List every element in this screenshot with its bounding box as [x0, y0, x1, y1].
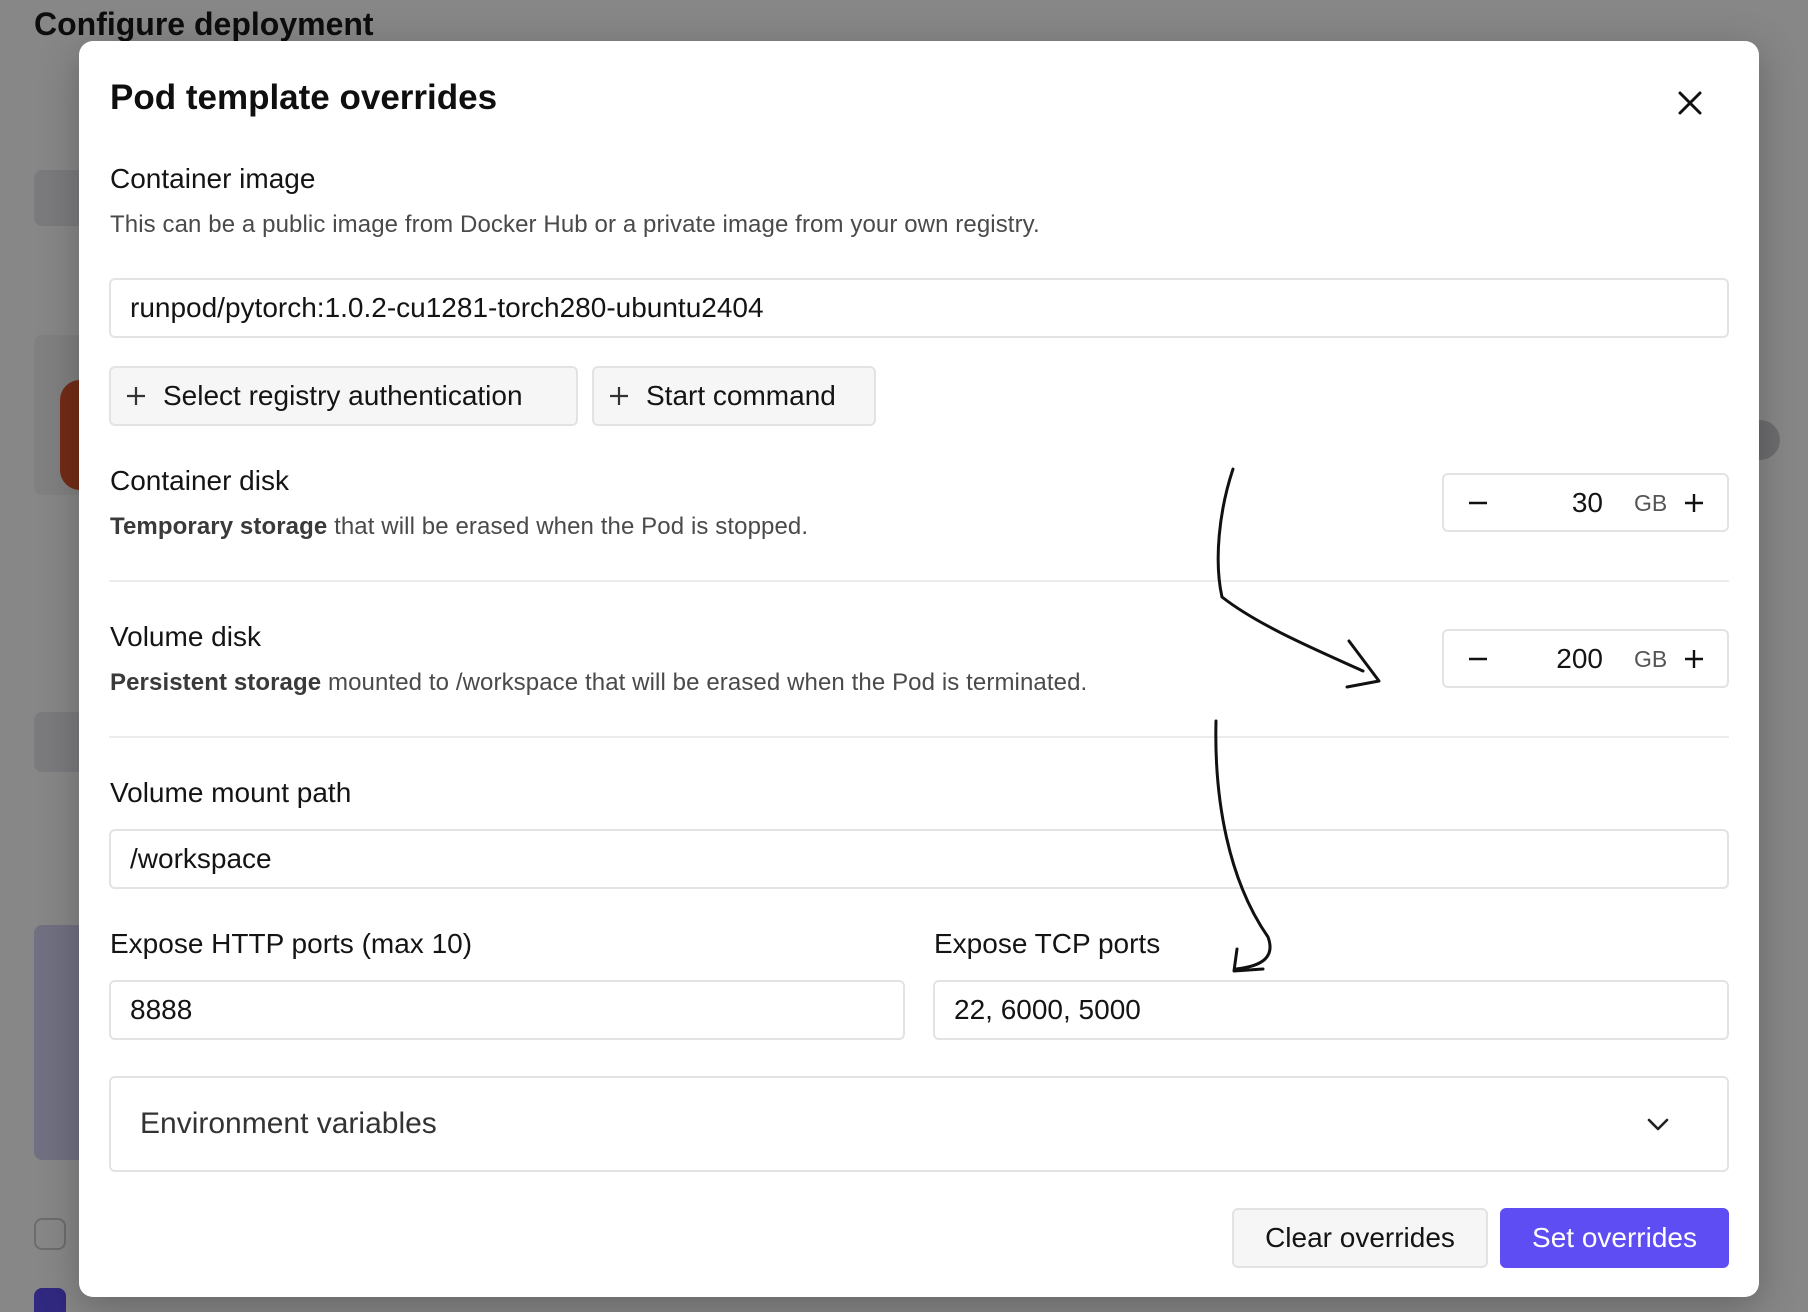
container-disk-unit: GB	[1634, 490, 1668, 516]
container-disk-stepper: 30 GB	[1442, 473, 1729, 532]
volume-disk-label: Volume disk	[110, 621, 261, 652]
container-disk-desc-rest: that will be erased when the Pod is stop…	[327, 513, 809, 540]
volume-disk-desc-rest: mounted to /workspace that will be erase…	[321, 669, 1088, 696]
close-button[interactable]	[1670, 83, 1710, 123]
modal-title: Pod template overrides	[110, 78, 498, 117]
http-ports-input[interactable]: 8888	[109, 980, 905, 1040]
volume-mount-path-label: Volume mount path	[110, 777, 352, 808]
container-disk-desc-bold: Temporary storage	[110, 513, 328, 540]
container-image-description: This can be a public image from Docker H…	[110, 211, 1040, 238]
plus-icon	[610, 387, 628, 405]
container-image-input[interactable]: runpod/pytorch:1.0.2-cu1281-torch280-ubu…	[109, 278, 1729, 338]
container-image-label: Container image	[110, 163, 316, 194]
plus-icon[interactable]	[1680, 489, 1708, 517]
volume-disk-unit: GB	[1634, 646, 1668, 672]
volume-disk-stepper: 200 GB	[1442, 629, 1729, 688]
start-command-label: Start command	[646, 380, 836, 411]
annotation-arrow-1-head	[1345, 639, 1381, 689]
start-command-button[interactable]: Start command	[592, 366, 876, 426]
container-disk-description: Temporary storage that will be erased wh…	[110, 513, 808, 541]
environment-variables-accordion[interactable]: Environment variables	[109, 1076, 1729, 1172]
volume-disk-desc-bold: Persistent storage	[110, 669, 322, 696]
plus-icon	[127, 387, 145, 405]
container-disk-value[interactable]: 30	[1572, 487, 1603, 519]
minus-icon[interactable]	[1464, 645, 1492, 673]
annotation-arrow-2-head	[1232, 947, 1265, 973]
minus-icon[interactable]	[1464, 489, 1492, 517]
chevron-down-icon[interactable]	[1642, 1108, 1674, 1140]
clear-overrides-button[interactable]: Clear overrides	[1232, 1208, 1488, 1268]
divider	[109, 736, 1729, 738]
environment-variables-label: Environment variables	[140, 1107, 437, 1140]
volume-disk-value[interactable]: 200	[1556, 643, 1603, 675]
select-registry-auth-label: Select registry authentication	[163, 380, 523, 411]
container-disk-label: Container disk	[110, 465, 289, 496]
select-registry-auth-button[interactable]: Select registry authentication	[109, 366, 578, 426]
volume-mount-path-input[interactable]: /workspace	[109, 829, 1729, 889]
set-overrides-button[interactable]: Set overrides	[1500, 1208, 1729, 1268]
volume-disk-description: Persistent storage mounted to /workspace…	[110, 669, 1087, 697]
close-icon	[1678, 91, 1702, 115]
http-ports-label: Expose HTTP ports (max 10)	[110, 928, 473, 959]
tcp-ports-input[interactable]: 22, 6000, 5000	[933, 980, 1729, 1040]
tcp-ports-label: Expose TCP ports	[934, 928, 1161, 959]
pod-template-overrides-modal: Pod template overrides Container image T…	[79, 41, 1759, 1297]
divider	[109, 580, 1729, 582]
annotation-arrow-1	[1216, 467, 1365, 673]
plus-icon[interactable]	[1680, 645, 1708, 673]
